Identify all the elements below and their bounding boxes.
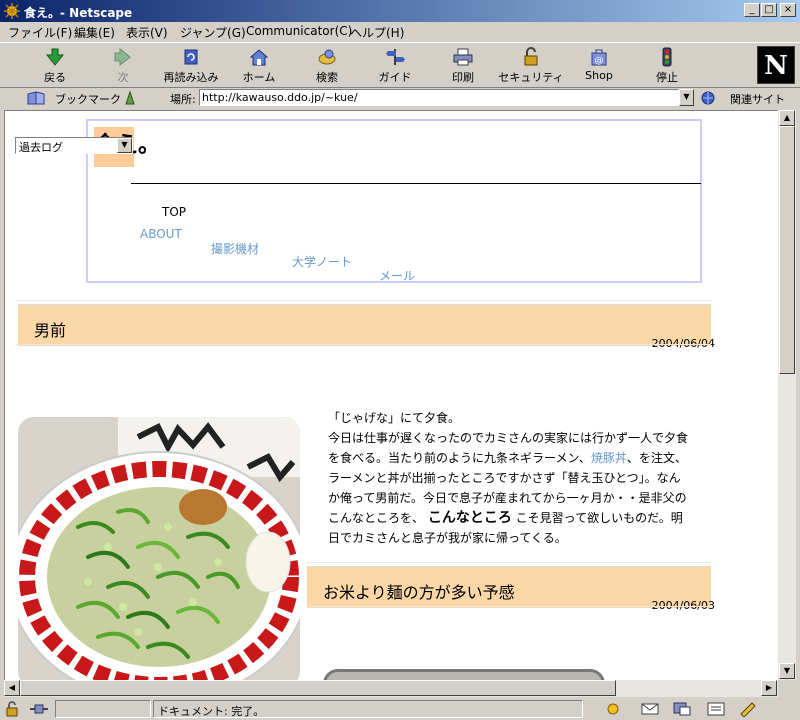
url-input[interactable] xyxy=(199,89,679,106)
forward-button[interactable]: 次 xyxy=(88,47,158,87)
security-lock-icon[interactable] xyxy=(4,701,22,720)
guide-button[interactable]: ガイド xyxy=(360,47,430,87)
menu-edit[interactable]: 編集(E) xyxy=(74,24,115,41)
component-bar-mail-icon[interactable] xyxy=(640,701,660,720)
post-header: お米より麺の方が多い予感 2004/06/03 xyxy=(307,566,715,612)
status-text: ドキュメント: 完了。 xyxy=(153,700,583,718)
printer-icon xyxy=(453,48,473,66)
scroll-left-arrow-icon[interactable]: ◀ xyxy=(4,680,20,696)
scroll-right-arrow-icon[interactable]: ▶ xyxy=(761,680,777,696)
menu-communicator[interactable]: Communicator(C) xyxy=(246,24,352,38)
reload-icon xyxy=(184,49,198,65)
reload-button[interactable]: 再読み込み xyxy=(156,47,226,87)
stop-label: 停止 xyxy=(656,71,678,84)
divider xyxy=(307,562,711,563)
guide-label: ガイド xyxy=(378,71,412,84)
print-button[interactable]: 印刷 xyxy=(428,47,498,87)
page-content: 食え。 TOP ABOUT 撮影機材 大学ノート メール 過去ログ ▼ 男前 2… xyxy=(4,110,778,680)
divider xyxy=(15,300,711,301)
reload-label: 再読み込み xyxy=(163,71,219,84)
shop-button[interactable]: @ Shop xyxy=(564,47,634,87)
guide-icon xyxy=(386,49,405,65)
bookmarks-icon[interactable] xyxy=(26,90,48,109)
divider xyxy=(15,344,711,345)
component-bar-composer-icon[interactable] xyxy=(706,701,726,720)
back-arrow-icon xyxy=(45,48,65,66)
site-header: 食え。 TOP ABOUT 撮影機材 大学ノート メール xyxy=(86,119,702,283)
menu-file[interactable]: ファイル(F) xyxy=(8,24,72,41)
post-photo xyxy=(323,669,605,680)
home-button[interactable]: ホーム xyxy=(224,47,294,87)
security-button[interactable]: セキュリティ xyxy=(496,47,566,87)
header-divider xyxy=(131,183,701,184)
chevron-down-icon[interactable]: ▼ xyxy=(117,138,132,153)
vertical-scroll-thumb[interactable] xyxy=(779,126,795,374)
status-bar: ドキュメント: 完了。 xyxy=(0,698,800,720)
component-bar-edit-icon[interactable] xyxy=(738,701,758,720)
post-header: 男前 2004/06/04 xyxy=(18,304,715,350)
menu-help[interactable]: ヘルプ(H) xyxy=(350,24,404,41)
url-dropdown-button[interactable]: ▼ xyxy=(679,89,694,106)
post-link[interactable]: 焼豚丼 xyxy=(591,451,627,465)
menu-go[interactable]: ジャンプ(G) xyxy=(180,24,246,41)
close-button[interactable]: × xyxy=(780,3,796,17)
vertical-scrollbar[interactable]: ▲ ▼ xyxy=(778,110,796,680)
page-proxy-icon[interactable] xyxy=(122,90,138,109)
stop-light-icon xyxy=(662,47,672,67)
post-title: お米より麺の方が多い予感 xyxy=(323,583,515,602)
menu-bar: ファイル(F) 編集(E) 表示(V) ジャンプ(G) Communicator… xyxy=(0,22,800,42)
post-emphasis: こんなところ xyxy=(427,510,512,526)
connection-icon xyxy=(28,702,50,719)
nav-notes-link[interactable]: 大学ノート xyxy=(292,253,352,270)
navigation-toolbar: 戻る 次 再読み込み ホーム 検索 ガイド 印刷 セキュリティ @ Shop 停… xyxy=(0,42,800,88)
netscape-app-icon xyxy=(4,3,20,19)
netscape-logo[interactable]: N xyxy=(757,46,795,84)
shop-label: Shop xyxy=(585,69,613,82)
horizontal-scroll-thumb[interactable] xyxy=(20,680,616,696)
back-label: 戻る xyxy=(44,71,66,84)
archive-select[interactable]: 過去ログ ▼ xyxy=(15,137,133,154)
maximize-button[interactable]: □ xyxy=(761,3,777,17)
menu-view[interactable]: 表示(V) xyxy=(126,24,168,41)
component-bar-navigator-icon[interactable] xyxy=(604,701,622,720)
scroll-up-arrow-icon[interactable]: ▲ xyxy=(779,110,795,126)
back-button[interactable]: 戻る xyxy=(20,47,90,87)
post-body: 「じゃげな」にて夕食。 今日は仕事が遅くなったのでカミさんの実家には行かず一人で… xyxy=(328,408,688,548)
scroll-down-arrow-icon[interactable]: ▼ xyxy=(779,663,795,679)
archive-select-value: 過去ログ xyxy=(19,141,63,154)
minimize-button[interactable]: _ xyxy=(744,3,760,17)
security-label: セキュリティ xyxy=(498,71,564,84)
search-button[interactable]: 検索 xyxy=(292,47,362,87)
search-icon xyxy=(318,49,336,65)
home-icon xyxy=(249,49,269,66)
progress-bar xyxy=(55,700,151,718)
nav-equipment-link[interactable]: 撮影機材 xyxy=(211,240,259,257)
search-label: 検索 xyxy=(316,71,338,84)
home-label: ホーム xyxy=(242,71,276,84)
related-sites-button[interactable]: 関連サイト xyxy=(730,91,785,107)
nav-top-link[interactable]: TOP xyxy=(162,205,186,219)
post-title: 男前 xyxy=(34,321,67,340)
post-paragraph: 今日は仕事が遅くなったのでカミさんの実家には行かず一人で夕食を食べる。当たり前の… xyxy=(328,428,688,548)
nav-mail-link[interactable]: メール xyxy=(379,267,415,284)
forward-arrow-icon xyxy=(114,47,131,67)
window-title: 食え。- Netscape xyxy=(24,6,133,20)
component-bar-news-icon[interactable] xyxy=(672,701,692,720)
post-paragraph: 「じゃげな」にて夕食。 xyxy=(328,411,461,425)
related-sites-icon[interactable] xyxy=(700,90,718,109)
bookmarks-button[interactable]: ブックマーク xyxy=(55,91,121,107)
stop-button[interactable]: 停止 xyxy=(632,47,702,87)
title-bar: 食え。- Netscape _ □ × xyxy=(0,0,800,22)
lock-icon xyxy=(524,47,538,66)
forward-label: 次 xyxy=(117,71,129,84)
nav-about-link[interactable]: ABOUT xyxy=(140,227,182,241)
location-bar: ブックマーク 場所: ▼ 関連サイト xyxy=(0,88,800,108)
divider xyxy=(307,606,711,607)
location-label: 場所: xyxy=(170,93,196,106)
ramen-photo xyxy=(18,417,300,680)
shop-bag-icon: @ xyxy=(591,49,607,66)
print-label: 印刷 xyxy=(452,71,474,84)
svg-text:@: @ xyxy=(595,56,604,66)
horizontal-scrollbar[interactable]: ◀ ▶ xyxy=(4,680,778,697)
